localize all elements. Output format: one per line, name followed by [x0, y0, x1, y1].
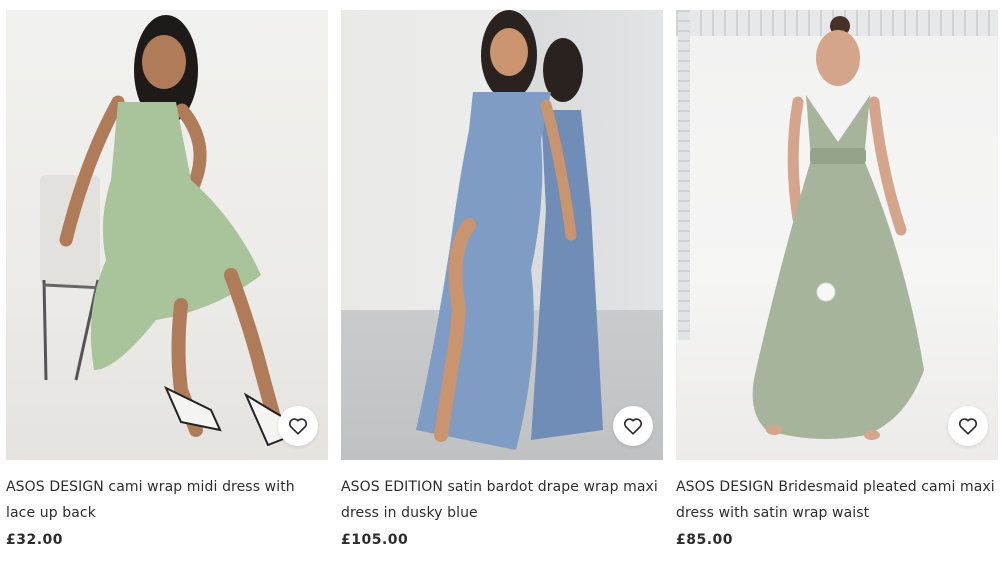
flower-bouquet [816, 282, 836, 302]
dress-waistband [810, 148, 866, 164]
heart-outline-icon [958, 418, 978, 435]
product-image[interactable] [6, 10, 328, 460]
product-price: £105.00 [341, 532, 409, 548]
product-price: £32.00 [6, 532, 64, 548]
product-card[interactable]: ASOS EDITION satin bardot drape wrap max… [341, 10, 663, 548]
product-title[interactable]: ASOS EDITION satin bardot drape wrap max… [341, 474, 663, 526]
product-photo-sage-pleated-dress [752, 16, 924, 440]
product-grid: ASOS DESIGN cami wrap midi dress with la… [0, 0, 1000, 563]
model-shoe [163, 385, 222, 432]
model-foot [766, 425, 782, 435]
product-photo-green-midi-dress [40, 15, 309, 447]
chair-leg [42, 279, 48, 381]
product-title[interactable]: ASOS DESIGN Bridesmaid pleated cami maxi… [676, 474, 998, 526]
product-card[interactable]: ASOS DESIGN Bridesmaid pleated cami maxi… [676, 10, 998, 548]
wishlist-button[interactable] [278, 406, 318, 446]
heart-outline-icon [288, 418, 308, 435]
model-face [142, 35, 186, 89]
product-title[interactable]: ASOS DESIGN cami wrap midi dress with la… [6, 474, 328, 526]
heart-outline-icon [623, 418, 643, 435]
model-foot [864, 430, 880, 440]
product-price: £85.00 [676, 532, 734, 548]
product-photo-blue-maxi-dress [416, 10, 603, 450]
wishlist-button[interactable] [613, 406, 653, 446]
product-dress [416, 92, 551, 450]
product-image[interactable] [676, 10, 998, 460]
product-image[interactable] [341, 10, 663, 460]
model-face [490, 28, 528, 76]
wishlist-button[interactable] [948, 406, 988, 446]
product-card[interactable]: ASOS DESIGN cami wrap midi dress with la… [6, 10, 328, 548]
product-dress [752, 95, 924, 439]
model-face [816, 30, 860, 86]
